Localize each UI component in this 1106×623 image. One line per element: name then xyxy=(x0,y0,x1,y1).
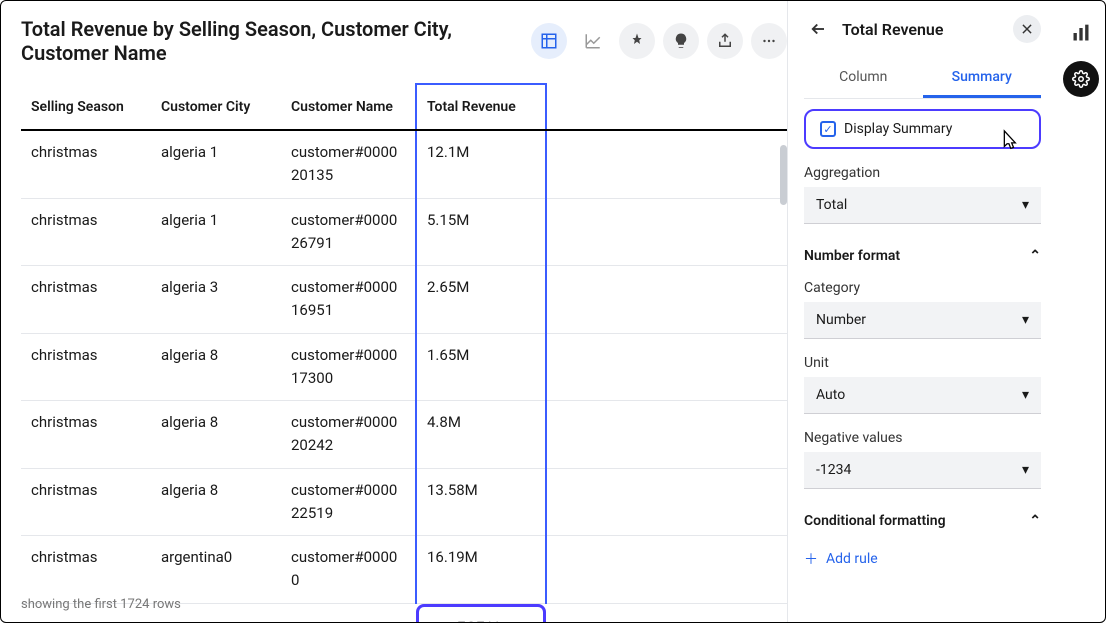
cell-name: customer#00000 xyxy=(281,536,416,604)
tab-summary[interactable]: Summary xyxy=(923,59,1042,98)
unit-select[interactable]: Auto ▾ xyxy=(804,377,1041,414)
category-label: Category xyxy=(804,280,1041,296)
more-button[interactable] xyxy=(751,23,787,59)
cell-name: customer#000020135 xyxy=(281,130,416,198)
cell-season: christmas xyxy=(21,266,151,334)
cell-season: christmas xyxy=(21,401,151,469)
scrollbar[interactable] xyxy=(780,145,787,205)
number-format-section[interactable]: Number format ⌃ xyxy=(804,248,1041,264)
summary-label: TOTAL xyxy=(431,619,531,623)
summary-cell: TOTAL 18.05B xyxy=(416,604,546,623)
tab-column[interactable]: Column xyxy=(804,59,923,98)
chart-rail-button[interactable] xyxy=(1063,15,1099,51)
chevron-up-icon: ⌃ xyxy=(1029,248,1041,264)
conditional-formatting-section[interactable]: Conditional formatting ⌃ xyxy=(804,513,1041,529)
cursor-icon xyxy=(997,128,1019,159)
table-row[interactable]: christmasalgeria 1customer#00002013512.1… xyxy=(21,130,787,198)
display-summary-checkbox[interactable]: Display Summary xyxy=(804,109,1041,149)
table-view-button[interactable] xyxy=(531,23,567,59)
cell-revenue: 2.65M xyxy=(416,266,546,334)
row-count-footer: showing the first 1724 rows xyxy=(21,593,181,616)
share-button[interactable] xyxy=(707,23,743,59)
negative-values-select[interactable]: -1234 ▾ xyxy=(804,452,1041,489)
settings-rail-button[interactable] xyxy=(1063,61,1099,97)
cell-season: christmas xyxy=(21,468,151,536)
page-title: Total Revenue by Selling Season, Custome… xyxy=(21,17,523,65)
cell-revenue: 16.19M xyxy=(416,536,546,604)
chevron-up-icon: ⌃ xyxy=(1029,513,1041,529)
table-row[interactable]: christmasalgeria 8customer#00002251913.5… xyxy=(21,468,787,536)
cell-season: christmas xyxy=(21,130,151,198)
cell-city: algeria 8 xyxy=(151,333,281,401)
negative-values-label: Negative values xyxy=(804,430,1041,446)
pin-button[interactable] xyxy=(619,23,655,59)
data-table: Selling Season Customer City Customer Na… xyxy=(21,83,787,604)
cell-city: algeria 1 xyxy=(151,130,281,198)
back-button[interactable] xyxy=(804,15,832,43)
cell-name: customer#000016951 xyxy=(281,266,416,334)
chevron-down-icon: ▾ xyxy=(1022,312,1029,328)
unit-label: Unit xyxy=(804,355,1041,371)
cell-name: customer#000026791 xyxy=(281,198,416,266)
cell-name: customer#000017300 xyxy=(281,333,416,401)
table-row[interactable]: christmasalgeria 8customer#0000173001.65… xyxy=(21,333,787,401)
cell-name: customer#000022519 xyxy=(281,468,416,536)
cell-revenue: 12.1M xyxy=(416,130,546,198)
panel-title: Total Revenue xyxy=(842,20,1003,39)
col-header-revenue[interactable]: Total Revenue xyxy=(416,84,546,130)
table-row[interactable]: christmasalgeria 1customer#0000267915.15… xyxy=(21,198,787,266)
chevron-down-icon: ▾ xyxy=(1022,387,1029,403)
display-summary-label: Display Summary xyxy=(844,121,952,137)
col-header-name[interactable]: Customer Name xyxy=(281,84,416,130)
aggregation-select[interactable]: Total ▾ xyxy=(804,187,1041,224)
table-row[interactable]: christmasalgeria 8customer#0000202424.8M xyxy=(21,401,787,469)
cell-city: algeria 8 xyxy=(151,468,281,536)
chevron-down-icon: ▾ xyxy=(1022,197,1029,213)
right-rail xyxy=(1057,1,1105,622)
col-header-season[interactable]: Selling Season xyxy=(21,84,151,130)
cell-season: christmas xyxy=(21,198,151,266)
checkbox-icon xyxy=(820,121,836,137)
cell-city: algeria 8 xyxy=(151,401,281,469)
insight-button[interactable] xyxy=(663,23,699,59)
table-row[interactable]: christmasalgeria 3customer#0000169512.65… xyxy=(21,266,787,334)
cell-revenue: 13.58M xyxy=(416,468,546,536)
cell-name: customer#000020242 xyxy=(281,401,416,469)
col-header-city[interactable]: Customer City xyxy=(151,84,281,130)
add-rule-button[interactable]: ＋ Add rule xyxy=(804,549,1041,569)
side-panel: Total Revenue Column Summary Display Sum… xyxy=(787,1,1057,622)
close-button[interactable] xyxy=(1013,15,1041,43)
chevron-down-icon: ▾ xyxy=(1022,462,1029,478)
cell-city: algeria 3 xyxy=(151,266,281,334)
chart-view-button[interactable] xyxy=(575,23,611,59)
cell-city: algeria 1 xyxy=(151,198,281,266)
category-select[interactable]: Number ▾ xyxy=(804,302,1041,339)
cell-revenue: 4.8M xyxy=(416,401,546,469)
cell-revenue: 5.15M xyxy=(416,198,546,266)
aggregation-label: Aggregation xyxy=(804,165,1041,181)
cell-season: christmas xyxy=(21,333,151,401)
cell-revenue: 1.65M xyxy=(416,333,546,401)
plus-icon: ＋ xyxy=(804,549,818,569)
